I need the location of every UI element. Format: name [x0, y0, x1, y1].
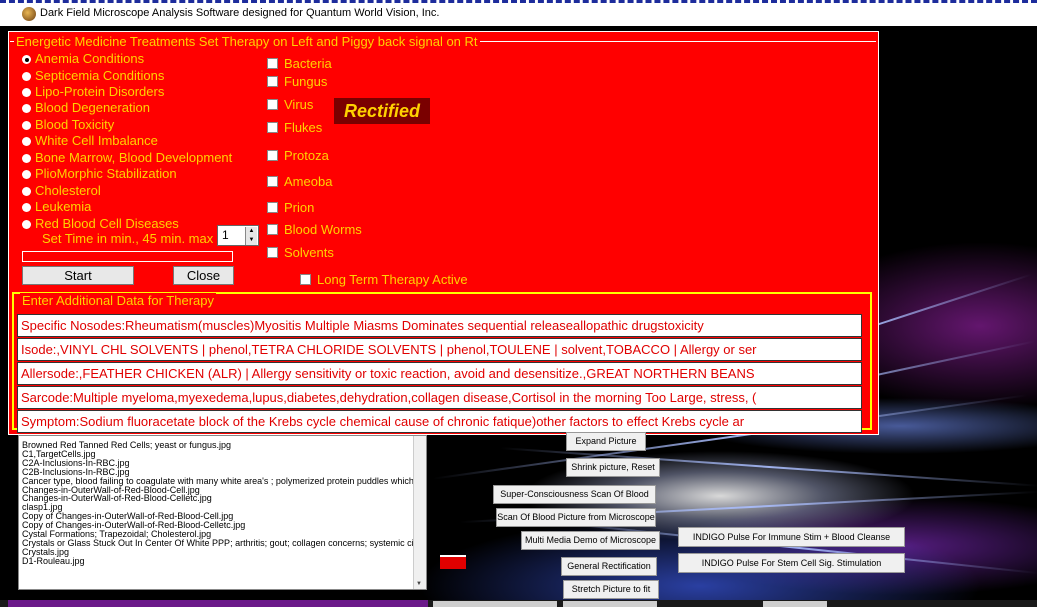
radio-icon	[22, 170, 31, 179]
radio-leukemia[interactable]: Leukemia	[22, 199, 91, 214]
radio-icon	[22, 88, 31, 97]
symptom-field[interactable]: Symptom:Sodium fluoracetate block of the…	[17, 410, 862, 433]
bottom-control[interactable]	[563, 601, 657, 607]
sarcode-field[interactable]: Sarcode:Multiple myeloma,myexedema,lupus…	[17, 386, 862, 409]
close-button[interactable]: Close	[173, 266, 234, 285]
checkbox-solvents[interactable]: Solvents	[267, 245, 334, 260]
radio-blood-degeneration[interactable]: Blood Degeneration	[22, 100, 150, 115]
checkbox-bacteria[interactable]: Bacteria	[267, 56, 332, 71]
checkbox-icon	[267, 58, 278, 69]
checkbox-fungus[interactable]: Fungus	[267, 74, 327, 89]
radio-icon	[22, 104, 31, 113]
title-bar: Dark Field Microscope Analysis Software …	[0, 0, 1037, 26]
checkbox-icon	[267, 99, 278, 110]
checkbox-blood-worms[interactable]: Blood Worms	[267, 222, 362, 237]
shrink-picture-button[interactable]: Shrink picture, Reset	[566, 458, 660, 477]
radio-anemia[interactable]: Anemia Conditions	[22, 51, 144, 66]
multimedia-demo-button[interactable]: Multi Media Demo of Microscope	[521, 531, 660, 550]
checkbox-ameoba[interactable]: Ameoba	[267, 174, 332, 189]
radio-icon	[22, 220, 31, 229]
time-value: 1	[222, 228, 229, 242]
set-time-label: Set Time in min., 45 min. max	[42, 231, 214, 246]
radio-blood-toxicity[interactable]: Blood Toxicity	[22, 117, 114, 132]
list-item[interactable]: Crystals or Glass Stuck Out In Center Of…	[19, 539, 426, 548]
radio-selected-icon	[22, 55, 31, 64]
time-spinner[interactable]: 1 ▲ ▼	[217, 225, 259, 246]
checkbox-flukes[interactable]: Flukes	[267, 120, 322, 135]
app-icon	[22, 7, 36, 21]
radio-cholesterol[interactable]: Cholesterol	[22, 183, 101, 198]
spin-up-icon[interactable]: ▲	[245, 227, 257, 236]
spin-down-icon[interactable]: ▼	[245, 236, 257, 245]
nosodes-field[interactable]: Specific Nosodes:Rheumatism(muscles)Myos…	[17, 314, 862, 337]
stretch-picture-button[interactable]: Stretch Picture to fit	[563, 580, 659, 599]
checkbox-icon	[267, 247, 278, 258]
checkbox-prion[interactable]: Prion	[267, 200, 314, 215]
therapy-progress-bar	[22, 251, 233, 262]
image-file-list[interactable]: Browned Red Tanned Red Cells; yeast or f…	[18, 435, 427, 590]
radio-icon	[22, 72, 31, 81]
general-rectification-button[interactable]: General Rectification	[561, 557, 657, 576]
radio-icon	[22, 137, 31, 146]
checkbox-virus[interactable]: Virus	[267, 97, 313, 112]
checkbox-icon	[267, 150, 278, 161]
radio-icon	[22, 203, 31, 212]
radio-pliomorphic[interactable]: PlioMorphic Stabilization	[22, 166, 177, 181]
radio-white-cell[interactable]: White Cell Imbalance	[22, 133, 158, 148]
rectified-badge: Rectified	[334, 98, 430, 124]
additional-data-legend: Enter Additional Data for Therapy	[20, 293, 216, 308]
list-item[interactable]: Changes-in-OuterWall-of-Red-Blood-Cellet…	[19, 494, 426, 503]
radio-icon	[22, 187, 31, 196]
radio-lipo-protein[interactable]: Lipo-Protein Disorders	[22, 84, 164, 99]
list-scrollbar[interactable]: ▼	[413, 436, 426, 589]
therapy-legend: Energetic Medicine Treatments Set Therap…	[14, 34, 480, 49]
bottom-strip	[0, 600, 1037, 607]
super-consciousness-scan-button[interactable]: Super-Consciousness Scan Of Blood	[493, 485, 656, 504]
checkbox-icon	[267, 76, 278, 87]
checkbox-icon	[300, 274, 311, 285]
checkbox-icon	[267, 122, 278, 133]
bottom-control[interactable]	[433, 601, 557, 607]
indigo-stem-cell-button[interactable]: INDIGO Pulse For Stem Cell Sig. Stimulat…	[678, 553, 905, 573]
checkbox-protoza[interactable]: Protoza	[267, 148, 329, 163]
radio-red-blood-cell[interactable]: Red Blood Cell Diseases	[22, 216, 179, 231]
expand-picture-button[interactable]: Expand Picture	[566, 432, 646, 451]
long-term-therapy-checkbox[interactable]: Long Term Therapy Active	[300, 272, 468, 287]
checkbox-icon	[267, 224, 278, 235]
allersode-field[interactable]: Allersode:,FEATHER CHICKEN (ALR) | Aller…	[17, 362, 862, 385]
checkbox-icon	[267, 202, 278, 213]
start-button[interactable]: Start	[22, 266, 134, 285]
checkbox-icon	[267, 176, 278, 187]
radio-septicemia[interactable]: Septicemia Conditions	[22, 68, 164, 83]
indicator-flag	[440, 555, 466, 569]
window-title: Dark Field Microscope Analysis Software …	[40, 7, 440, 19]
radio-icon	[22, 121, 31, 130]
list-item[interactable]: D1-Rouleau.jpg	[19, 556, 426, 566]
isode-field[interactable]: Isode:,VINYL CHL SOLVENTS | phenol,TETRA…	[17, 338, 862, 361]
scroll-down-icon[interactable]: ▼	[416, 581, 422, 587]
radio-bone-marrow[interactable]: Bone Marrow, Blood Development	[22, 150, 232, 165]
radio-icon	[22, 154, 31, 163]
bottom-control[interactable]	[763, 601, 827, 607]
scan-blood-picture-button[interactable]: Scan Of Blood Picture from Microscope	[496, 508, 656, 527]
indigo-immune-button[interactable]: INDIGO Pulse For Immune Stim + Blood Cle…	[678, 527, 905, 547]
status-strip	[8, 600, 428, 607]
